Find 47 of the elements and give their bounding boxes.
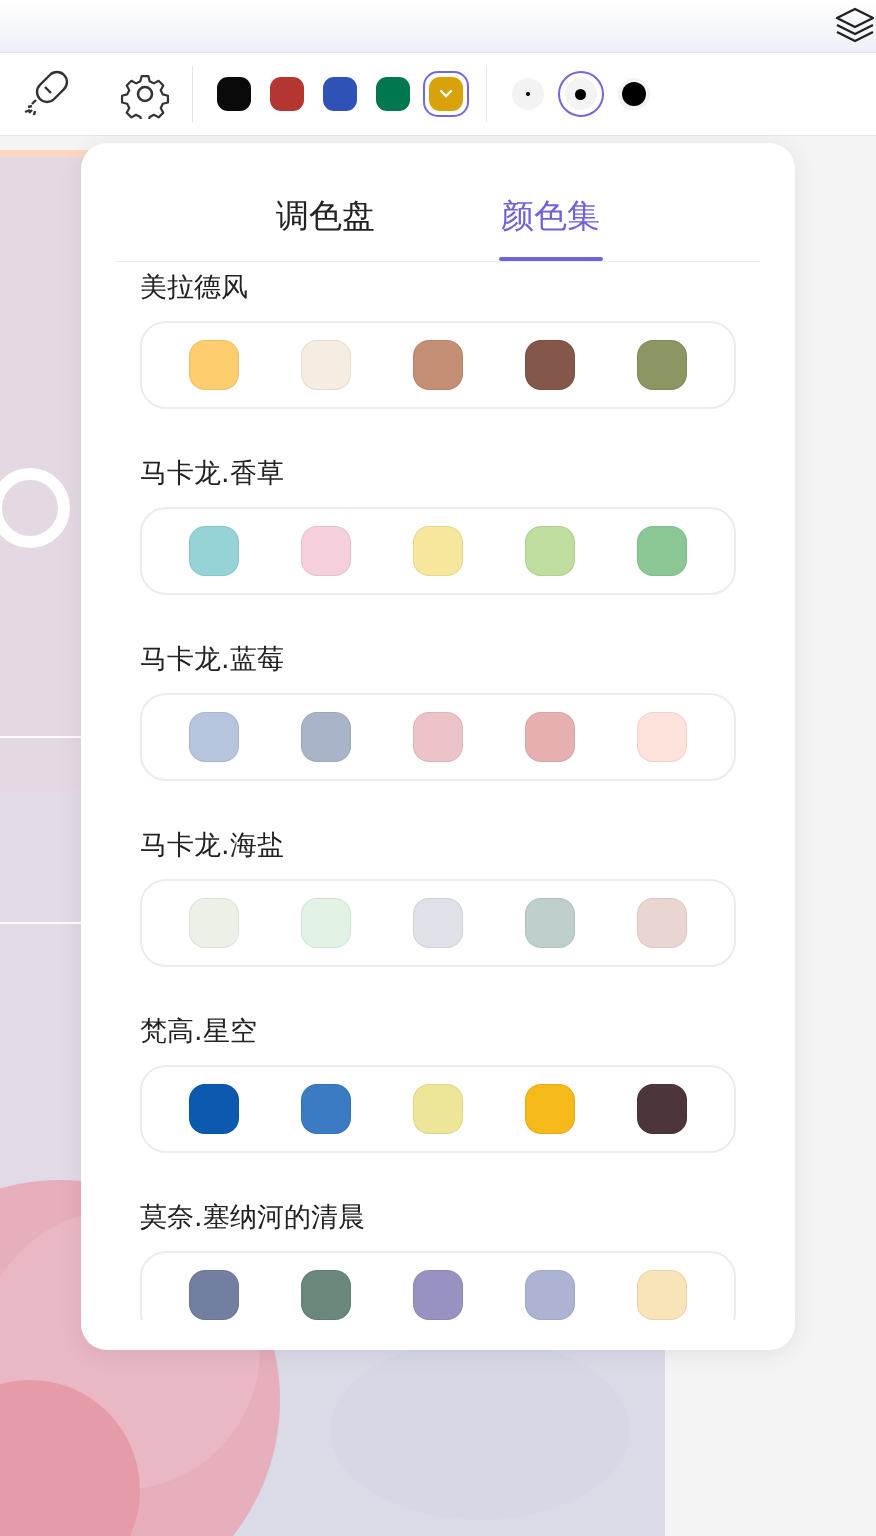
color-swatch[interactable] xyxy=(525,898,575,948)
color-set-card[interactable] xyxy=(140,1251,736,1320)
tab[interactable]: 调色盘 xyxy=(213,143,438,261)
color-swatch[interactable] xyxy=(413,340,463,390)
color-swatch[interactable] xyxy=(301,898,351,948)
tab[interactable]: 颜色集 xyxy=(438,143,663,261)
color-swatch[interactable] xyxy=(413,898,463,948)
color-swatch[interactable] xyxy=(637,1084,687,1134)
color-set-title: 马卡龙.蓝莓 xyxy=(140,642,284,676)
color-swatch[interactable] xyxy=(525,526,575,576)
color-swatch[interactable] xyxy=(525,340,575,390)
color-set-title: 马卡龙.香草 xyxy=(140,456,284,490)
color-swatch[interactable] xyxy=(301,340,351,390)
color-set-card[interactable] xyxy=(140,321,736,409)
brush-size-button[interactable] xyxy=(557,71,604,117)
color-set-card[interactable] xyxy=(140,879,736,967)
color-swatch[interactable] xyxy=(301,526,351,576)
chevron-down-icon xyxy=(438,89,453,99)
color-swatch[interactable] xyxy=(637,340,687,390)
color-swatch[interactable] xyxy=(637,898,687,948)
color-set-title: 莫奈.塞纳河的清晨 xyxy=(140,1200,365,1234)
color-swatch[interactable] xyxy=(413,526,463,576)
color-swatch[interactable] xyxy=(637,526,687,576)
color-set-title: 马卡龙.海盐 xyxy=(140,828,284,862)
color-swatch[interactable] xyxy=(413,1084,463,1134)
color-set-title: 美拉德风 xyxy=(140,273,248,304)
color-swatch[interactable] xyxy=(525,1270,575,1320)
color-swatch[interactable] xyxy=(301,712,351,762)
color-swatch[interactable] xyxy=(301,1084,351,1134)
color-swatch[interactable] xyxy=(637,712,687,762)
color-swatch[interactable] xyxy=(189,898,239,948)
color-swatch[interactable] xyxy=(422,71,469,117)
color-swatch[interactable] xyxy=(413,1270,463,1320)
color-swatch[interactable] xyxy=(301,1270,351,1320)
color-set-card[interactable] xyxy=(140,507,736,595)
color-swatch[interactable] xyxy=(637,1270,687,1320)
color-swatch[interactable] xyxy=(525,1084,575,1134)
color-set-title: 梵高.星空 xyxy=(140,1014,257,1048)
color-swatch[interactable] xyxy=(525,712,575,762)
color-swatch[interactable] xyxy=(189,1270,239,1320)
color-swatch[interactable] xyxy=(189,712,239,762)
color-swatch[interactable] xyxy=(189,526,239,576)
color-set-card[interactable] xyxy=(140,1065,736,1153)
color-swatch[interactable] xyxy=(189,340,239,390)
color-set-card[interactable] xyxy=(140,693,736,781)
color-swatch[interactable] xyxy=(189,1084,239,1134)
color-swatch[interactable] xyxy=(413,712,463,762)
